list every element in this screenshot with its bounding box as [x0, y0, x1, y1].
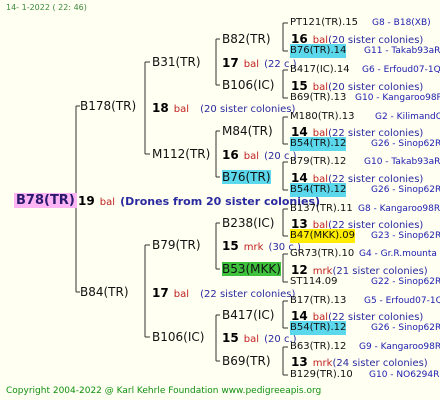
gen4-node[interactable]: B129(TR).10	[290, 368, 353, 382]
gen4-lineage-tag: G10 - Kangaroo98R	[355, 93, 440, 103]
gen2-num: 17	[222, 56, 239, 70]
gen3-node[interactable]: M84(TR)	[222, 124, 273, 138]
gen2-stats: 16 bal (20 c.)	[222, 147, 297, 164]
gen2-node[interactable]: M112(TR)	[152, 147, 210, 161]
gen4-node[interactable]: M180(TR).13	[290, 110, 354, 124]
gen2-bal: bal	[243, 334, 260, 345]
gen4-lineage-tag: G10 - Takab93aR	[364, 157, 440, 167]
gen1-num: 18	[152, 101, 169, 115]
gen4-node[interactable]: B54(TR).12	[290, 183, 347, 197]
gen4-lineage-tag: G10 - NO6294R	[369, 370, 440, 380]
gen1-node[interactable]: B178(TR)	[80, 99, 136, 113]
gen1-stats: 17 bal (22 sister colonies)	[152, 285, 295, 302]
gen4-node[interactable]: B17(TR).13	[290, 294, 346, 308]
gen1-stats: 18 bal (20 sister colonies)	[152, 100, 295, 117]
gen2-num: 15	[222, 331, 239, 345]
gen3-node[interactable]: B106(IC)	[222, 78, 274, 92]
gen4-node[interactable]: B54(TR).12	[290, 137, 347, 151]
gen3-node[interactable]: B238(IC)	[222, 216, 274, 230]
pedigree-canvas: 14- 1-2022 ( 22: 46) Copyright 2004-2022…	[0, 0, 440, 400]
gen4-node[interactable]: PT121(TR).15	[290, 16, 358, 30]
gen3-node[interactable]: B82(TR)	[222, 32, 271, 46]
root-generation-count: 19	[78, 194, 95, 208]
gen4-lineage-tag: G11 - Takab93aR	[364, 46, 440, 56]
gen4-node[interactable]: B417(IC).14	[290, 63, 350, 77]
gen4-node[interactable]: B76(TR).14	[290, 44, 347, 58]
gen1-sister-colonies: (20 sister colonies)	[200, 104, 296, 115]
gen3-num: 13	[291, 355, 308, 369]
gen4-node[interactable]: B54(TR).12	[290, 321, 347, 335]
gen4-lineage-tag: G26 - Sinop62R	[371, 139, 440, 149]
gen2-num: 15	[222, 239, 239, 253]
gen4-lineage-tag: G23 - Sinop62R	[371, 231, 440, 241]
gen4-lineage-tag: G26 - Sinop62R	[371, 185, 440, 195]
gen2-node[interactable]: B31(TR)	[152, 55, 201, 69]
gen2-stats: 15 bal (20 c.)	[222, 330, 297, 347]
gen1-num: 17	[152, 286, 169, 300]
root-stats: 19 bal (Drones from 20 sister colonies)	[78, 193, 320, 210]
gen4-lineage-tag: G2 - KilimandQ	[375, 112, 440, 122]
gen4-node[interactable]: B47(MKK).09	[290, 229, 356, 243]
gen2-stats: 17 bal (22 c.)	[222, 55, 297, 72]
gen4-node[interactable]: B63(TR).12	[290, 340, 346, 354]
root-bal: bal	[99, 197, 116, 208]
timestamp-header: 14- 1-2022 ( 22: 46)	[6, 3, 87, 12]
gen4-node[interactable]: B69(TR).13	[290, 91, 346, 105]
gen3-node[interactable]: B69(TR)	[222, 354, 271, 368]
gen2-bal: mrk	[243, 242, 264, 253]
gen4-lineage-tag: G4 - Gr.R.mounta	[359, 249, 437, 259]
gen4-lineage-tag: G8 - B18(XB)	[372, 18, 431, 28]
gen2-node[interactable]: B106(IC)	[152, 330, 204, 344]
gen1-bal: bal	[173, 104, 190, 115]
gen4-node[interactable]: B137(TR).11	[290, 202, 353, 216]
gen4-lineage-tag: G9 - Kangaroo98R	[359, 342, 440, 352]
gen4-lineage-tag: G26 - Sinop62R	[371, 323, 440, 333]
gen4-lineage-tag: G6 - Erfoud07-1Q	[362, 65, 440, 75]
gen2-bal: bal	[243, 151, 260, 162]
gen4-node[interactable]: GR73(TR).10	[290, 247, 354, 261]
gen4-lineage-tag: G22 - Sinop62R	[371, 277, 440, 287]
gen4-node[interactable]: B79(TR).12	[290, 155, 346, 169]
gen1-node[interactable]: B84(TR)	[80, 285, 129, 299]
copyright-footer: Copyright 2004-2022 @ Karl Kehrle Founda…	[6, 386, 322, 396]
gen1-bal: bal	[173, 289, 190, 300]
gen2-num: 16	[222, 148, 239, 162]
gen3-node[interactable]: B53(MKK)	[222, 262, 281, 276]
gen4-lineage-tag: G8 - Kangaroo98R	[358, 204, 440, 214]
root-queen-label[interactable]: B78(TR)	[14, 193, 77, 208]
gen2-node[interactable]: B79(TR)	[152, 238, 201, 252]
gen4-node[interactable]: ST114.09	[290, 275, 337, 289]
gen1-sister-colonies: (22 sister colonies)	[200, 289, 296, 300]
gen3-node[interactable]: B76(TR)	[222, 170, 271, 184]
gen3-node[interactable]: B417(IC)	[222, 308, 274, 322]
gen4-lineage-tag: G5 - Erfoud07-1Q	[364, 296, 440, 306]
gen2-bal: bal	[243, 59, 260, 70]
